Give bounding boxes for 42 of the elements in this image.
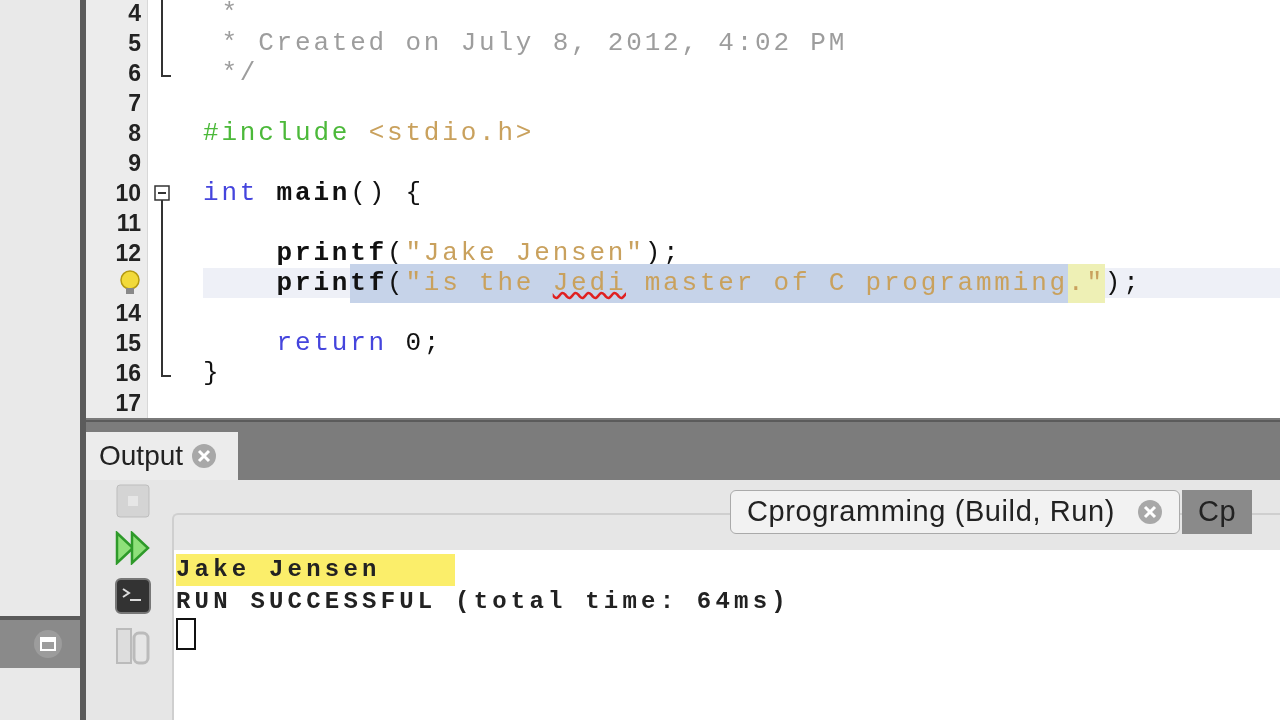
rerun-icon[interactable] xyxy=(115,531,151,565)
line-number: 16 xyxy=(115,358,141,388)
code-token: "is the xyxy=(405,263,553,303)
fold-end-icon xyxy=(160,58,172,78)
line-number: 14 xyxy=(115,298,141,328)
code-token: ); xyxy=(1104,266,1142,300)
line-number: 6 xyxy=(128,58,141,88)
run-tab[interactable]: Cprogramming (Build, Run) xyxy=(730,490,1180,534)
lightbulb-icon[interactable] xyxy=(119,270,141,296)
line-number: 5 xyxy=(128,28,141,58)
close-icon[interactable] xyxy=(1136,499,1163,525)
code-token: return xyxy=(275,326,388,360)
window-restore-icon[interactable] xyxy=(34,630,62,658)
code-token: main xyxy=(275,176,351,210)
line-number: 17 xyxy=(115,388,141,418)
code-token: tf xyxy=(350,263,388,303)
code-token: int xyxy=(203,176,259,210)
output-line: RUN SUCCESSFUL (total time: 64ms) xyxy=(176,587,790,617)
code-token: ( xyxy=(387,263,406,303)
line-number: 4 xyxy=(128,0,141,28)
line-number: 11 xyxy=(116,208,141,238)
code-token: ." xyxy=(1068,263,1105,303)
output-tab[interactable]: Output xyxy=(86,432,238,480)
code-token: () { xyxy=(350,176,424,210)
close-icon[interactable] xyxy=(191,443,218,469)
code-token: master of C programming xyxy=(626,263,1068,303)
panel-title: Output xyxy=(99,439,184,473)
terminal-icon[interactable] xyxy=(115,578,151,614)
code-token: <stdio.h> xyxy=(367,116,535,150)
line-number: 10 xyxy=(115,178,141,208)
line-number: 7 xyxy=(128,88,141,118)
fold-collapse-icon[interactable] xyxy=(154,185,170,208)
code-token: } xyxy=(203,356,222,390)
fold-end-icon xyxy=(160,358,172,378)
line-number: 15 xyxy=(115,328,141,358)
line-number: 9 xyxy=(128,148,141,178)
code-token: 0; xyxy=(404,326,443,360)
run-tab[interactable]: Cp xyxy=(1181,490,1253,534)
code-token: Jedi xyxy=(552,263,627,303)
line-number: 8 xyxy=(128,118,141,148)
code-token: #include xyxy=(203,116,351,150)
line-number: 12 xyxy=(115,238,141,268)
